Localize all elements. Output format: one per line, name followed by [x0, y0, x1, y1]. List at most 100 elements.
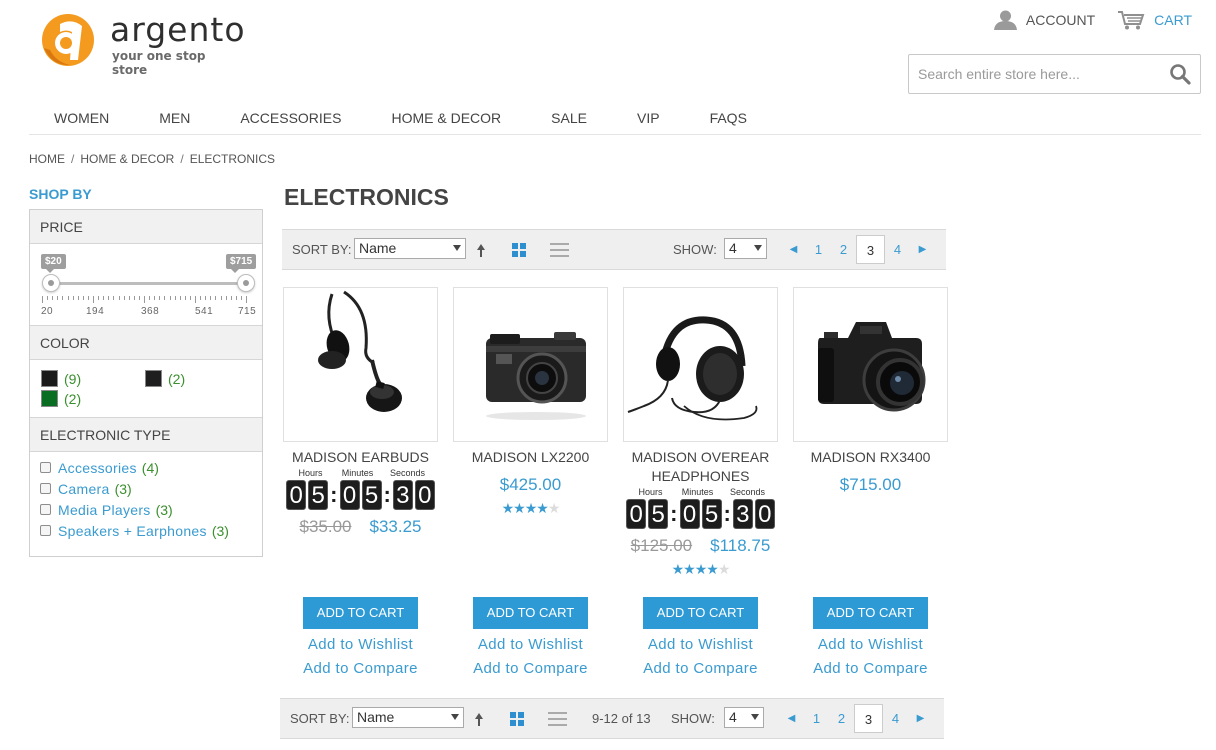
product-prices: $35.00 $33.25	[283, 517, 438, 537]
slider-tick	[169, 296, 171, 300]
price-filter-heading[interactable]: PRICE	[30, 210, 262, 244]
grid-view-icon[interactable]	[510, 712, 524, 726]
pagination: ◀ 1 2 3 4 ▶	[781, 235, 935, 264]
product-image[interactable]	[283, 287, 438, 442]
compact-camera-icon	[486, 332, 586, 420]
color-swatch-green[interactable]	[41, 390, 58, 407]
cart-link[interactable]: CART	[1117, 10, 1192, 30]
countdown-labels: Hours Minutes Seconds	[283, 468, 438, 478]
product-name[interactable]: MADISON LX2200	[453, 448, 608, 467]
price-slider-track[interactable]	[50, 282, 246, 285]
limit-select[interactable]: 4	[724, 238, 767, 259]
search-icon[interactable]	[1169, 63, 1191, 85]
nav-faqs[interactable]: FAQS	[685, 108, 772, 128]
product-name[interactable]: MADISON EARBUDS	[283, 448, 438, 467]
product-name[interactable]: MADISON OVEREAR HEADPHONES	[623, 448, 778, 486]
add-to-wishlist-link[interactable]: Add to Wishlist	[623, 636, 778, 653]
slider-tick	[189, 296, 191, 300]
color-swatch-black[interactable]	[41, 370, 58, 387]
sort-direction-icon[interactable]	[474, 711, 484, 727]
limit-select[interactable]: 4	[724, 707, 764, 728]
type-option-label: Accessories	[58, 459, 137, 476]
add-to-compare-link[interactable]: Add to Compare	[283, 660, 438, 677]
product-image[interactable]	[453, 287, 608, 442]
nav-accessories[interactable]: ACCESSORIES	[215, 108, 366, 128]
search-input[interactable]	[909, 55, 1159, 93]
sort-direction-icon[interactable]	[476, 242, 486, 258]
product-prices: $125.00 $118.75	[623, 536, 778, 556]
slider-tick	[246, 296, 247, 303]
price-slider-ticks	[42, 296, 258, 303]
price-slider-min-handle[interactable]	[42, 274, 60, 292]
slider-tick	[98, 296, 100, 300]
breadcrumb-home[interactable]: HOME	[29, 152, 65, 166]
slider-tick	[52, 296, 54, 300]
product-name[interactable]: MADISON RX3400	[793, 448, 948, 467]
product-image[interactable]	[623, 287, 778, 442]
nav-sale[interactable]: SALE	[526, 108, 612, 128]
next-page-icon[interactable]: ▶	[910, 235, 935, 264]
list-view-icon[interactable]	[548, 712, 567, 726]
slider-tick	[174, 296, 176, 300]
price-tick-label: 541	[195, 306, 214, 317]
add-to-wishlist-link[interactable]: Add to Wishlist	[283, 636, 438, 653]
add-to-wishlist-link[interactable]: Add to Wishlist	[793, 636, 948, 653]
sort-select[interactable]: Name	[352, 707, 464, 728]
page-link[interactable]: 2	[829, 704, 854, 733]
product-image[interactable]	[793, 287, 948, 442]
price-min-badge: $20	[41, 254, 66, 273]
countdown-digit: 3	[732, 499, 753, 529]
page-link[interactable]: 1	[804, 704, 829, 733]
list-view-icon[interactable]	[550, 243, 569, 257]
page-link[interactable]: 4	[883, 704, 908, 733]
color-swatch-dark[interactable]	[145, 370, 162, 387]
color-filter-heading[interactable]: COLOR	[30, 326, 262, 360]
add-to-cart-button[interactable]: ADD TO CART	[303, 597, 418, 629]
checkbox[interactable]	[40, 525, 51, 536]
product-item: MADISON RX3400 $715.00 ADD TO CART Add t…	[793, 287, 948, 687]
star-filled-icon: ★	[513, 500, 526, 516]
countdown-digit: 3	[392, 480, 413, 510]
nav-women[interactable]: WOMEN	[29, 108, 134, 128]
old-price: $125.00	[630, 536, 693, 555]
page-link[interactable]: 4	[885, 235, 910, 264]
add-to-cart-button[interactable]: ADD TO CART	[473, 597, 588, 629]
breadcrumb-home-decor[interactable]: HOME & DECOR	[80, 152, 174, 166]
product-price: $715.00	[839, 475, 902, 494]
product-item: MADISON EARBUDS Hours Minutes Seconds 0 …	[283, 287, 438, 687]
minutes-label: Minutes	[341, 468, 374, 478]
page-link[interactable]: 1	[806, 235, 831, 264]
account-link[interactable]: ACCOUNT	[993, 10, 1095, 30]
store-logo[interactable]: argento your one stop store	[38, 10, 245, 77]
price-slider-max-handle[interactable]	[237, 274, 255, 292]
rating-stars: ★ ★ ★ ★ ★	[623, 561, 778, 578]
slider-tick	[72, 296, 74, 300]
checkbox[interactable]	[40, 483, 51, 494]
prev-page-icon[interactable]: ◀	[781, 235, 806, 264]
type-filter-heading[interactable]: ELECTRONIC TYPE	[30, 418, 262, 452]
add-to-wishlist-link[interactable]: Add to Wishlist	[453, 636, 608, 653]
countdown-digit: 0	[286, 480, 307, 510]
show-label: SHOW:	[671, 711, 715, 726]
grid-view-icon[interactable]	[512, 243, 526, 257]
checkbox[interactable]	[40, 504, 51, 515]
add-to-compare-link[interactable]: Add to Compare	[793, 660, 948, 677]
add-to-cart-button[interactable]: ADD TO CART	[643, 597, 758, 629]
sort-select[interactable]: Name	[354, 238, 466, 259]
add-to-compare-link[interactable]: Add to Compare	[623, 660, 778, 677]
checkbox[interactable]	[40, 462, 51, 473]
add-to-cart-button[interactable]: ADD TO CART	[813, 597, 928, 629]
type-option-speakers-earphones[interactable]: Speakers + Earphones (3)	[40, 520, 262, 541]
add-to-compare-link[interactable]: Add to Compare	[453, 660, 608, 677]
prev-page-icon[interactable]: ◀	[779, 704, 804, 733]
type-option-media-players[interactable]: Media Players (3)	[40, 499, 262, 520]
nav-home-decor[interactable]: HOME & DECOR	[366, 108, 526, 128]
type-option-camera[interactable]: Camera (3)	[40, 478, 262, 499]
next-page-icon[interactable]: ▶	[908, 704, 933, 733]
page-link[interactable]: 2	[831, 235, 856, 264]
nav-vip[interactable]: VIP	[612, 108, 685, 128]
nav-men[interactable]: MEN	[134, 108, 215, 128]
slider-tick	[179, 296, 181, 300]
type-option-accessories[interactable]: Accessories (4)	[40, 457, 262, 478]
countdown-digit: 0	[754, 499, 775, 529]
